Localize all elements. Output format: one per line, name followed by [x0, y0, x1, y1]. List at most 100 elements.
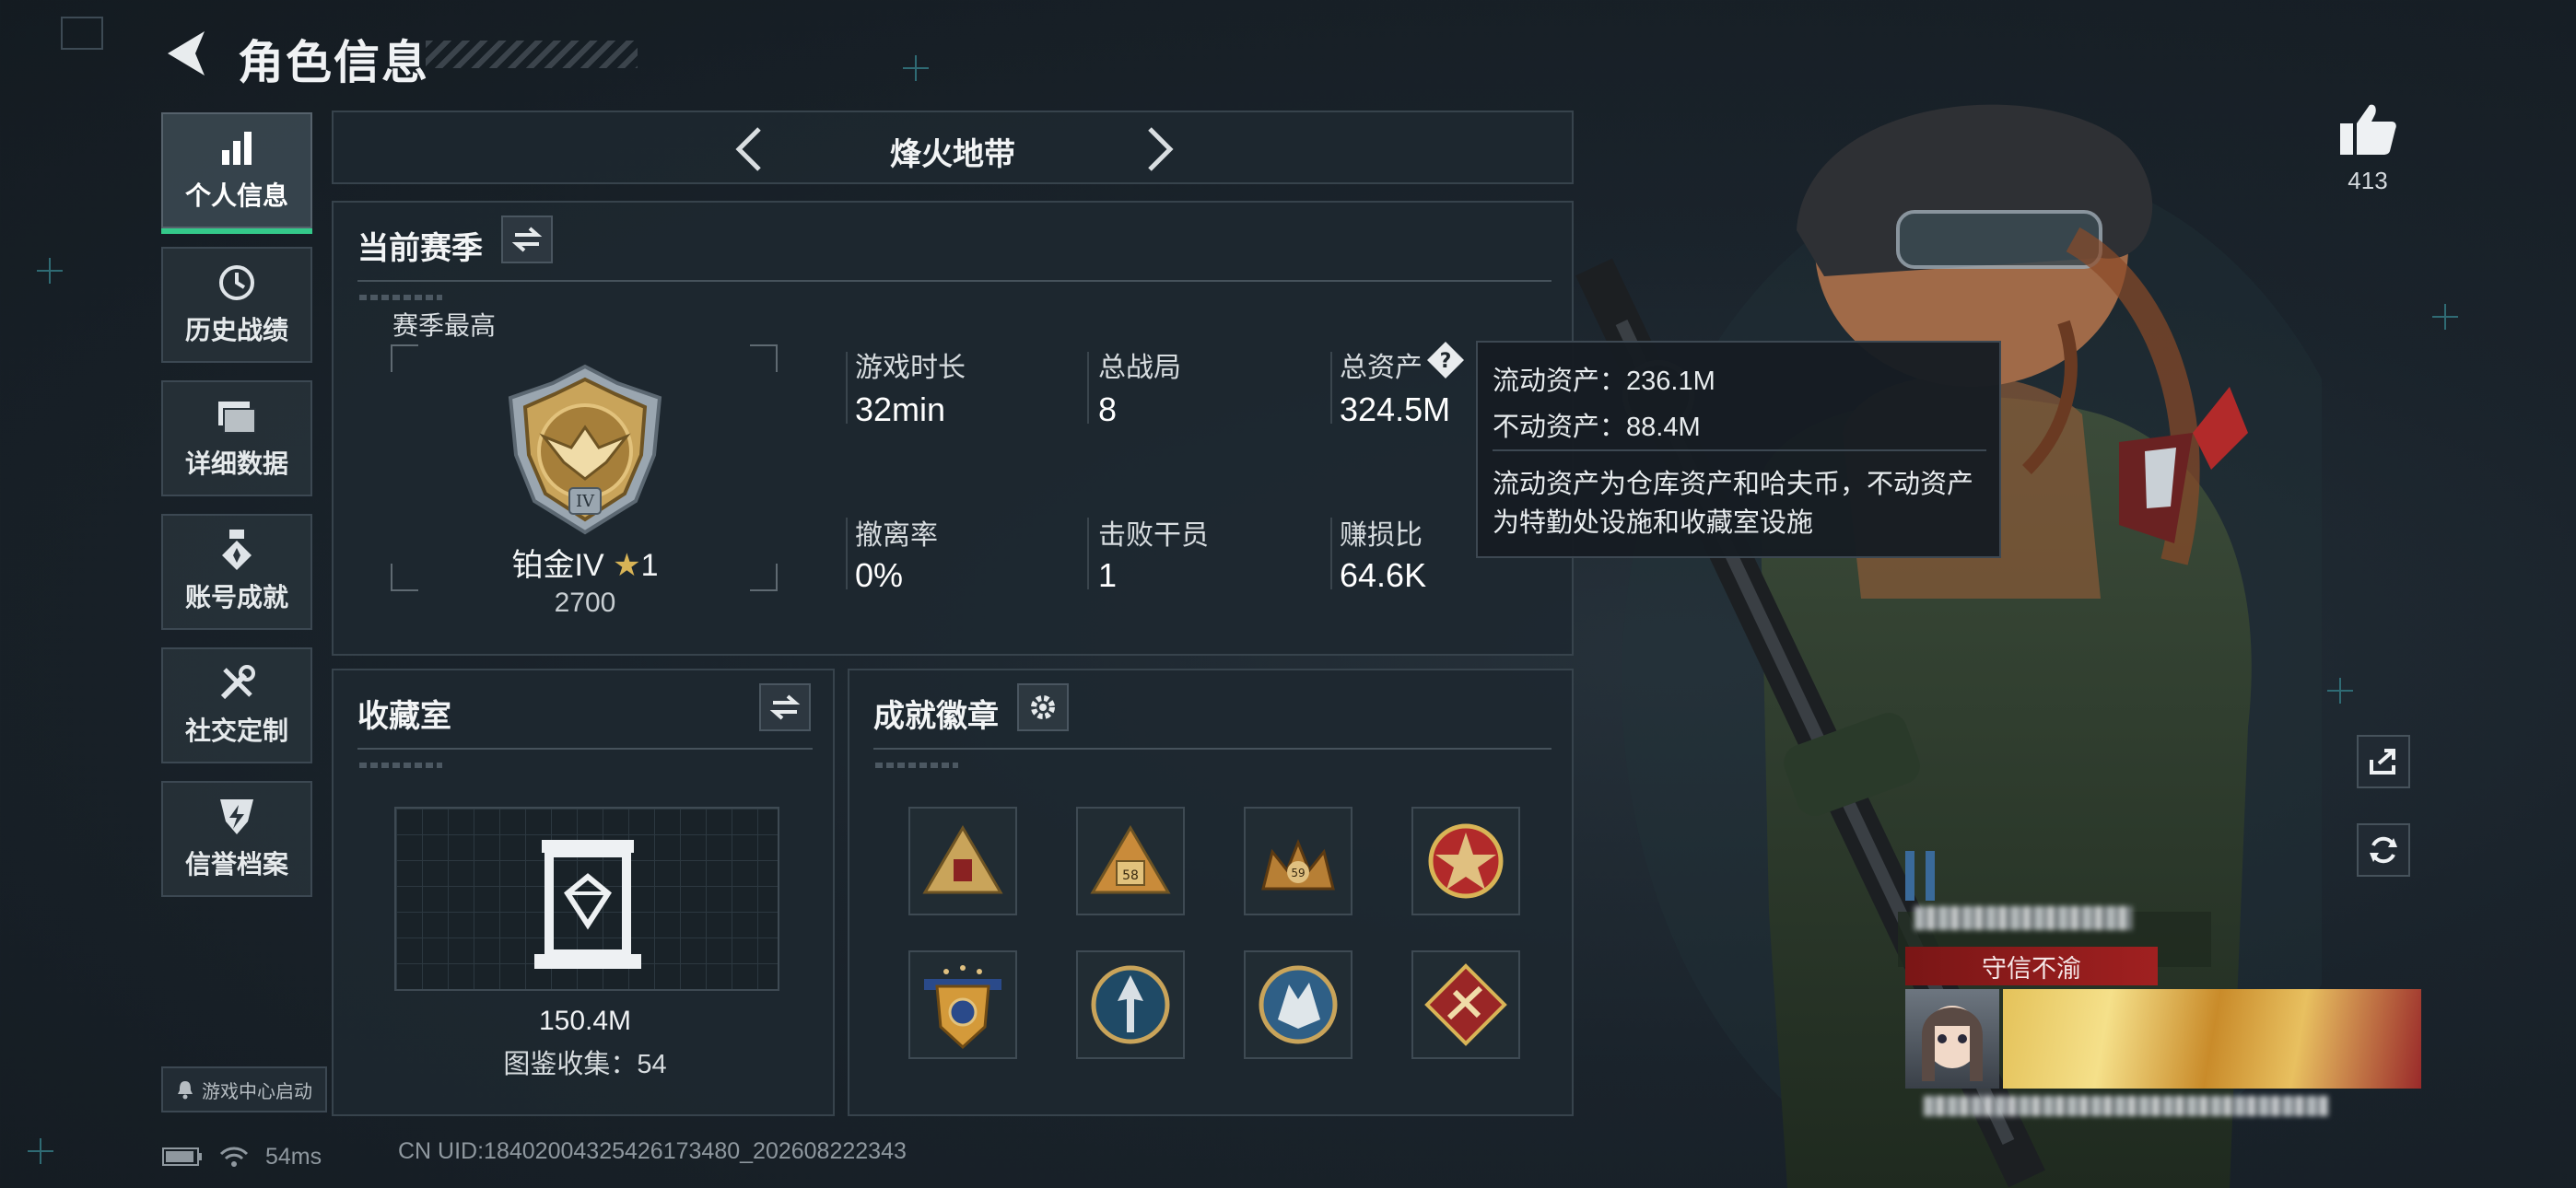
badge-wolf[interactable] — [1244, 950, 1352, 1059]
tooltip-desc: 流动资产为仓库资产和哈夫币，不动资产 — [1493, 470, 1974, 499]
svg-text:IV: IV — [576, 492, 595, 511]
honor-title: 守信不渝 — [1982, 954, 2081, 983]
avatar[interactable] — [1905, 989, 1999, 1089]
collection-panel[interactable]: 收藏室 150.4M 图鉴收集：54 — [332, 669, 835, 1116]
stat-value: 64.6K — [1340, 556, 1427, 594]
collection-head: 收藏室 — [357, 699, 451, 734]
sidebar-item-detailed-data[interactable]: 详细数据 — [161, 380, 312, 496]
game-center-label: 游戏中心启动 — [202, 1081, 312, 1102]
decor-frame — [61, 17, 103, 50]
bell-icon — [178, 1081, 193, 1100]
tooltip-desc: 为特勤处设施和收藏室设施 — [1493, 508, 1814, 538]
wifi-icon — [219, 1147, 249, 1167]
back-arrow-icon — [168, 31, 205, 76]
decor-crosshair — [2432, 304, 2458, 330]
badge-blue-arrow[interactable] — [1076, 950, 1185, 1059]
sidebar-item-achievements[interactable]: 账号成就 — [161, 514, 312, 630]
thumbs-up-icon — [2340, 104, 2396, 155]
stat-value: 324.5M — [1340, 390, 1451, 428]
like-count: 413 — [2348, 167, 2388, 194]
season-switch-button[interactable] — [501, 215, 553, 263]
tooltip-fixed-assets: 不动资产：88.4M — [1493, 413, 1701, 442]
page-title: 角色信息 — [238, 37, 429, 88]
ping-value: 54ms — [265, 1143, 322, 1170]
rank-emblem-icon: IV — [498, 363, 673, 542]
mode-title: 烽火地带 — [890, 137, 1015, 172]
decor-crosshair — [37, 258, 63, 284]
vault-icon — [534, 840, 641, 969]
vault-preview — [394, 807, 779, 991]
divider-dashes — [875, 763, 958, 768]
stat-value: 32min — [855, 390, 946, 428]
sidebar-item-personal-info[interactable]: 个人信息 — [161, 112, 312, 234]
badge-wings-shield[interactable] — [908, 950, 1017, 1059]
badge-triangle-58[interactable]: 58 — [1076, 807, 1185, 915]
season-best-label: 赛季最高 — [392, 311, 497, 340]
svg-text:58: 58 — [1122, 868, 1139, 883]
svg-text:59: 59 — [1291, 867, 1305, 879]
status-bar: 54ms — [162, 1138, 322, 1175]
sidebar-item-label: 详细数据 — [184, 449, 288, 478]
history-clock-icon — [217, 262, 257, 303]
mode-selector: 烽火地带 — [332, 111, 1574, 184]
decor-crosshair — [903, 55, 929, 81]
tools-icon — [217, 663, 257, 704]
next-mode-button[interactable] — [1141, 125, 1177, 173]
badges-head: 成就徽章 — [873, 699, 999, 734]
badge-crown-59[interactable]: 59 — [1244, 807, 1352, 915]
divider — [357, 280, 1551, 282]
decor-crosshair — [2327, 678, 2353, 704]
tooltip-liquid-assets: 流动资产：236.1M — [1493, 367, 1715, 396]
stat-label: 撤离率 — [855, 520, 938, 551]
swap-icon — [511, 227, 543, 252]
battery-icon — [162, 1147, 202, 1166]
divider — [1493, 449, 1986, 451]
badge-red-star[interactable] — [1411, 807, 1520, 915]
rank-name: 铂金IV — [511, 548, 604, 583]
stat-label: 游戏时长 — [855, 353, 966, 383]
honor-title-banner: 守信不渝 — [1905, 947, 2158, 985]
rank-stars: 1 — [640, 548, 659, 583]
like-button[interactable]: 413 — [2322, 101, 2414, 195]
player-id-blurred — [1924, 1096, 2329, 1116]
collection-switch-button[interactable] — [759, 683, 811, 731]
share-button[interactable] — [2357, 735, 2410, 788]
badge-red-diamond[interactable] — [1411, 950, 1520, 1059]
sidebar-item-label: 社交定制 — [184, 716, 288, 745]
total-assets-help-button[interactable]: ? — [1426, 341, 1465, 379]
game-center-button[interactable]: 游戏中心启动 — [161, 1066, 327, 1112]
collection-count: 图鉴收集：54 — [503, 1050, 667, 1079]
sidebar-item-label: 历史战绩 — [184, 316, 288, 344]
rank-title: 铂金IV ★1 — [499, 540, 671, 585]
badges-settings-button[interactable] — [1017, 683, 1069, 731]
sidebar-item-label: 账号成就 — [184, 583, 288, 611]
stat-label: 总战局 — [1098, 353, 1181, 383]
title-stripes — [426, 41, 638, 68]
stat-value: 0% — [855, 556, 904, 594]
stat-value: 8 — [1098, 390, 1118, 428]
folder-icon — [217, 396, 257, 437]
sidebar-item-label: 信誉档案 — [184, 850, 288, 879]
rank-tag — [1905, 851, 1914, 901]
sidebar-item-credit[interactable]: 信誉档案 — [161, 781, 312, 897]
sidebar-item-history[interactable]: 历史战绩 — [161, 247, 312, 363]
divider-dashes — [359, 763, 442, 768]
back-button[interactable] — [162, 28, 208, 79]
medal-icon — [217, 530, 257, 570]
stat-label: 击败干员 — [1098, 520, 1209, 551]
chevron-right-icon — [1148, 127, 1174, 171]
shield-lightning-icon — [217, 797, 257, 837]
stat-label: 赚损比 — [1340, 520, 1423, 551]
gear-icon — [1031, 695, 1055, 719]
sidebar-item-social[interactable]: 社交定制 — [161, 647, 312, 763]
svg-text:?: ? — [1440, 350, 1452, 373]
uid-text: CN UID:18402004325426173480_202608222343 — [398, 1138, 907, 1164]
badge-triangle-gold[interactable] — [908, 807, 1017, 915]
name-card-banner — [2003, 989, 2421, 1089]
player-name-blurred — [1914, 906, 2132, 930]
star-icon: ★ — [613, 548, 641, 583]
swap-icon — [769, 694, 801, 720]
sidebar-item-label: 个人信息 — [184, 181, 288, 210]
share-icon — [2370, 749, 2395, 775]
decor-crosshair — [28, 1138, 53, 1164]
